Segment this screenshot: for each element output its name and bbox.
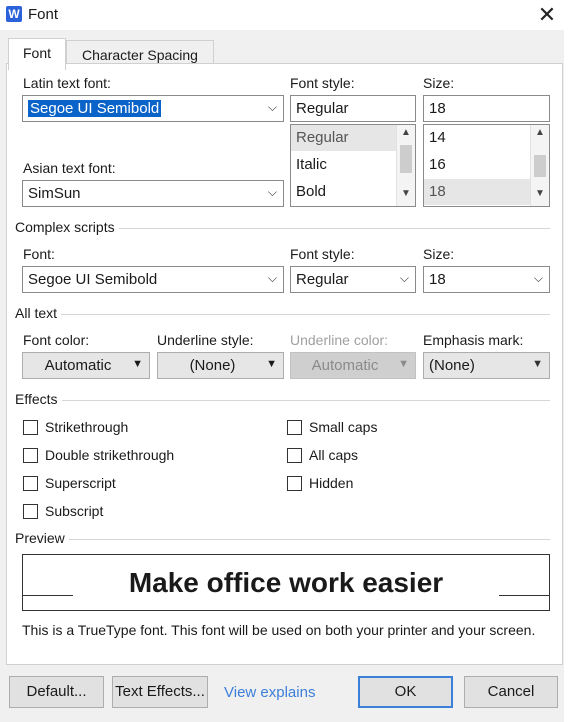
superscript-label[interactable]: Superscript xyxy=(45,475,116,491)
caret-down-icon: ▼ xyxy=(132,358,143,370)
ok-button[interactable]: OK xyxy=(358,676,453,708)
emphasis-mark-dropdown[interactable]: (None) ▼ xyxy=(423,352,550,379)
latin-style-input[interactable]: Regular xyxy=(290,95,416,122)
list-item[interactable]: 16 xyxy=(424,152,446,178)
latin-font-value: Segoe UI Semibold xyxy=(28,100,162,117)
latin-size-value: 18 xyxy=(429,100,446,117)
font-color-label: Font color: xyxy=(23,332,90,348)
hidden-checkbox[interactable] xyxy=(287,476,302,491)
caret-down-icon: ▼ xyxy=(398,358,409,370)
view-explains-link[interactable]: View explains xyxy=(224,684,315,701)
hidden-label[interactable]: Hidden xyxy=(309,475,353,491)
strikethrough-label[interactable]: Strikethrough xyxy=(45,419,128,435)
list-item[interactable]: 14 xyxy=(424,125,446,151)
subscript-checkbox[interactable] xyxy=(23,504,38,519)
latin-size-list[interactable]: 14 16 18 ▲ ▼ xyxy=(423,124,550,207)
complex-size-value: 18 xyxy=(429,271,446,288)
chevron-down-icon: ⌵ xyxy=(533,271,543,285)
font-color-value: Automatic xyxy=(44,357,112,374)
double-strikethrough-checkbox[interactable] xyxy=(23,448,38,463)
underline-style-value: (None) xyxy=(189,357,236,374)
scroll-thumb[interactable] xyxy=(400,145,412,173)
word-app-icon: W xyxy=(6,6,22,22)
list-item[interactable]: 18 xyxy=(424,179,532,205)
superscript-checkbox[interactable] xyxy=(23,476,38,491)
latin-size-label: Size: xyxy=(423,75,455,91)
section-divider xyxy=(16,314,550,315)
background-window-edge xyxy=(564,0,571,722)
complex-style-label: Font style: xyxy=(290,246,355,262)
font-info-note: This is a TrueType font. This font will … xyxy=(22,622,536,638)
latin-style-label: Font style: xyxy=(290,75,355,91)
preview-heading: Preview xyxy=(15,530,69,546)
all-text-heading: All text xyxy=(15,305,62,321)
scroll-up-icon[interactable]: ▲ xyxy=(397,127,415,143)
preview-box: Make office work easier xyxy=(22,554,550,611)
emphasis-mark-label: Emphasis mark: xyxy=(423,332,524,348)
section-divider xyxy=(16,539,550,540)
scroll-up-icon[interactable]: ▲ xyxy=(531,127,549,143)
latin-font-label: Latin text font: xyxy=(23,75,111,91)
caret-down-icon: ▼ xyxy=(266,358,277,370)
default-button[interactable]: Default... xyxy=(9,676,104,708)
caret-down-icon: ▼ xyxy=(532,358,543,370)
preview-sample-text: Make office work easier xyxy=(128,567,444,598)
chevron-down-icon: ⌵ xyxy=(267,185,277,199)
latin-style-value: Regular xyxy=(296,100,349,117)
effects-heading: Effects xyxy=(15,391,62,407)
latin-size-input[interactable]: 18 xyxy=(423,95,550,122)
list-item[interactable]: Bold xyxy=(291,179,326,205)
double-strikethrough-label[interactable]: Double strikethrough xyxy=(45,447,174,463)
small-caps-checkbox[interactable] xyxy=(287,420,302,435)
underline-style-dropdown[interactable]: (None) ▼ xyxy=(157,352,284,379)
complex-font-label: Font: xyxy=(23,246,55,262)
scrollbar[interactable]: ▲ ▼ xyxy=(530,125,549,206)
asian-font-value: SimSun xyxy=(28,185,81,202)
underline-color-value: Automatic xyxy=(311,357,379,374)
chevron-down-icon: ⌵ xyxy=(267,271,277,285)
complex-style-combo[interactable]: Regular ⌵ xyxy=(290,266,416,293)
latin-style-list[interactable]: Regular Italic Bold ▲ ▼ xyxy=(290,124,416,207)
complex-font-combo[interactable]: Segoe UI Semibold ⌵ xyxy=(22,266,284,293)
section-divider xyxy=(16,400,550,401)
all-caps-checkbox[interactable] xyxy=(287,448,302,463)
complex-size-combo[interactable]: 18 ⌵ xyxy=(423,266,550,293)
text-effects-button[interactable]: Text Effects... xyxy=(112,676,208,708)
chevron-down-icon: ⌵ xyxy=(399,271,409,285)
scroll-thumb[interactable] xyxy=(534,155,546,177)
scrollbar[interactable]: ▲ ▼ xyxy=(396,125,415,206)
asian-font-label: Asian text font: xyxy=(23,160,116,176)
complex-font-value: Segoe UI Semibold xyxy=(28,271,158,288)
list-item[interactable]: Regular xyxy=(291,125,398,151)
list-item[interactable]: Italic xyxy=(291,152,327,178)
underline-color-dropdown: Automatic ▼ xyxy=(290,352,416,379)
underline-style-label: Underline style: xyxy=(157,332,254,348)
font-color-dropdown[interactable]: Automatic ▼ xyxy=(22,352,150,379)
subscript-label[interactable]: Subscript xyxy=(45,503,103,519)
chevron-down-icon: ⌵ xyxy=(267,100,277,114)
scroll-down-icon[interactable]: ▼ xyxy=(531,188,549,204)
complex-size-label: Size: xyxy=(423,246,455,262)
underline-color-label: Underline color: xyxy=(290,332,389,348)
complex-scripts-heading: Complex scripts xyxy=(15,219,119,235)
tab-font[interactable]: Font xyxy=(8,38,66,70)
complex-style-value: Regular xyxy=(296,271,349,288)
title-bar xyxy=(0,0,571,30)
all-caps-label[interactable]: All caps xyxy=(309,447,358,463)
small-caps-label[interactable]: Small caps xyxy=(309,419,377,435)
asian-font-combo[interactable]: SimSun ⌵ xyxy=(22,180,284,207)
close-icon[interactable]: ✕ xyxy=(534,2,560,28)
scroll-down-icon[interactable]: ▼ xyxy=(397,188,415,204)
window-title: Font xyxy=(28,6,59,23)
strikethrough-checkbox[interactable] xyxy=(23,420,38,435)
emphasis-mark-value: (None) xyxy=(429,357,475,374)
latin-font-combo[interactable]: Segoe UI Semibold ⌵ xyxy=(22,95,284,122)
cancel-button[interactable]: Cancel xyxy=(464,676,558,708)
